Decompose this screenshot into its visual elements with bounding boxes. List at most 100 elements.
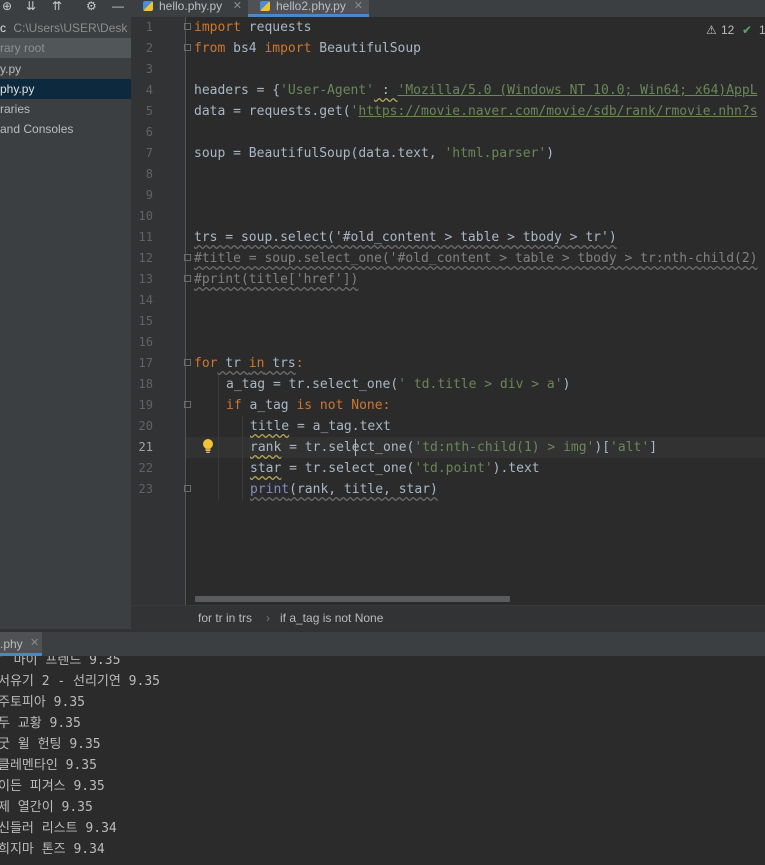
code-text: bs4 <box>225 41 265 56</box>
output-line: 굿 윌 헌팅 9.35 <box>0 737 101 752</box>
code-line-20[interactable]: title = a_tag.text <box>250 416 391 437</box>
line-number[interactable]: 13 <box>131 269 153 290</box>
close-icon[interactable]: ✕ <box>354 0 363 13</box>
line-number[interactable]: 18 <box>131 374 153 395</box>
fold-marker[interactable] <box>184 485 191 492</box>
code-line-4[interactable]: headers = {'User-Agent' : 'Mozilla/5.0 (… <box>194 80 758 101</box>
string-literal: 'Mozilla/5.0 (Windows NT 10.0; Win64; x6… <box>397 83 758 98</box>
string-literal: 'td.point' <box>414 461 493 476</box>
line-number[interactable]: 5 <box>131 101 153 122</box>
line-number[interactable]: 2 <box>131 38 153 59</box>
collapse-all-icon[interactable]: ⇊ <box>26 0 36 12</box>
gear-icon[interactable]: ⚙ <box>86 0 97 12</box>
code-line-18[interactable]: a_tag = tr.select_one(' td.title > div >… <box>226 374 570 395</box>
line-number[interactable]: 4 <box>131 80 153 101</box>
run-tab-label: .phy <box>0 637 23 651</box>
fold-marker[interactable] <box>184 44 191 51</box>
code-line-21[interactable]: rank = tr.select_one('td:nth-child(1) > … <box>250 437 657 458</box>
code-text: = a_tag.text <box>289 419 391 434</box>
fold-marker[interactable] <box>184 359 191 366</box>
project-toolbar: ⊕ ⇊ ⇈ ⚙ — <box>0 0 131 17</box>
minimize-icon[interactable]: — <box>112 0 124 12</box>
code-line-12[interactable]: #title = soup.select_one('#old_content >… <box>194 248 758 269</box>
code-line-22[interactable]: star = tr.select_one('td.point').text <box>250 458 540 479</box>
line-number[interactable]: 15 <box>131 311 153 332</box>
file-label: y.py <box>0 62 22 76</box>
fold-marker[interactable] <box>184 23 191 30</box>
code-line-11[interactable]: trs = soup.select('#old_content > table … <box>194 227 617 248</box>
horizontal-scrollbar[interactable] <box>195 596 510 602</box>
output-line: 신들러 리스트 9.34 <box>0 821 117 836</box>
line-number[interactable]: 23 <box>131 479 153 500</box>
expand-all-icon[interactable]: ⇈ <box>52 0 62 12</box>
line-number[interactable]: 14 <box>131 290 153 311</box>
project-file-item[interactable]: y.py <box>0 59 131 79</box>
close-icon[interactable]: ✕ <box>30 636 39 649</box>
close-icon[interactable]: ✕ <box>233 0 242 13</box>
line-number[interactable]: 16 <box>131 332 153 353</box>
run-tab[interactable]: .phy ✕ <box>0 632 42 656</box>
line-number[interactable]: 10 <box>131 206 153 227</box>
project-root-item[interactable]: c C:\Users\USER\Desk <box>0 18 131 38</box>
text-caret <box>355 439 356 456</box>
tab-hello-py[interactable]: hello.phy.py ✕ <box>131 0 248 17</box>
code-text: a_tag <box>241 398 297 413</box>
code-text: : <box>295 356 304 371</box>
line-number[interactable]: 6 <box>131 122 153 143</box>
code-line-5[interactable]: data = requests.get('https://movie.naver… <box>194 101 758 122</box>
library-root-item[interactable]: rary root <box>0 38 131 58</box>
line-number[interactable]: 9 <box>131 185 153 206</box>
ok-count: 1 <box>759 23 765 37</box>
code-line-1[interactable]: import requests <box>194 17 311 38</box>
line-number[interactable]: 3 <box>131 59 153 80</box>
run-output[interactable]: ′ 마이 프렌드 9.35 서유기 2 - 선리기연 9.35 주토피아 9.35 두… <box>0 656 765 865</box>
breadcrumb-item[interactable]: for tr in trs <box>198 611 252 625</box>
code-line-2[interactable]: from bs4 import BeautifulSoup <box>194 38 421 59</box>
file-label: phy.py <box>0 82 35 96</box>
keyword: in <box>248 356 265 371</box>
code-line-17[interactable]: for tr in trs: <box>194 353 304 374</box>
output-line: 서유기 2 - 선리기연 9.35 <box>0 674 160 689</box>
fold-marker[interactable] <box>184 275 191 282</box>
code-line-23[interactable]: print(rank, title, star) <box>250 479 438 500</box>
line-number[interactable]: 12 <box>131 248 153 269</box>
line-number[interactable]: 8 <box>131 164 153 185</box>
builtin-function: print <box>250 482 290 497</box>
keyword: import <box>264 41 312 56</box>
fold-marker[interactable] <box>184 254 191 261</box>
tab-hello2-py[interactable]: hello2.phy.py ✕ <box>248 0 369 17</box>
breadcrumb-item[interactable]: if a_tag is not None <box>280 611 383 625</box>
code-line-19[interactable]: if a_tag is not None: <box>226 395 390 416</box>
python-file-icon <box>143 1 153 11</box>
keyword: from <box>194 41 226 56</box>
top-toolbar: ⊕ ⇊ ⇈ ⚙ — hello.phy.py ✕ hello2.phy.py ✕ <box>0 0 765 17</box>
output-line: 두 교황 9.35 <box>0 716 81 731</box>
line-number[interactable]: 19 <box>131 395 153 416</box>
code-line-7[interactable]: soup = BeautifulSoup(data.text, 'html.pa… <box>194 143 554 164</box>
line-number[interactable]: 7 <box>131 143 153 164</box>
target-icon[interactable]: ⊕ <box>2 0 12 12</box>
code-line-13[interactable]: #print(title['href']) <box>194 269 358 290</box>
code-text: (rank, title, star) <box>289 482 438 497</box>
scratches-consoles-item[interactable]: and Consoles <box>0 119 131 139</box>
lightbulb-icon[interactable] <box>202 438 214 454</box>
keyword: is not <box>296 398 344 413</box>
code-text: a_tag = tr.select_one( <box>226 377 399 392</box>
line-number[interactable]: 1 <box>131 17 153 38</box>
code-text: data = requests.get( <box>194 104 351 119</box>
breadcrumb: for tr in trs › if a_tag is not None <box>131 605 765 630</box>
url-link[interactable]: https://movie.naver.com/movie/sdb/rank/r… <box>358 104 757 119</box>
line-number[interactable]: 20 <box>131 416 153 437</box>
code-text: headers = { <box>194 83 281 98</box>
fold-marker[interactable] <box>184 401 191 408</box>
line-number[interactable]: 21 <box>131 437 153 458</box>
line-number[interactable]: 17 <box>131 353 153 374</box>
variable: rank <box>250 440 282 455</box>
output-line: 희지마 톤즈 9.34 <box>0 842 105 857</box>
line-number[interactable]: 11 <box>131 227 153 248</box>
line-number[interactable]: 22 <box>131 458 153 479</box>
string-literal: 'td:nth-child(1) > img' <box>414 440 595 455</box>
external-libraries-item[interactable]: raries <box>0 99 131 119</box>
keyword: for <box>194 356 218 371</box>
project-file-item-selected[interactable]: phy.py <box>0 79 131 99</box>
